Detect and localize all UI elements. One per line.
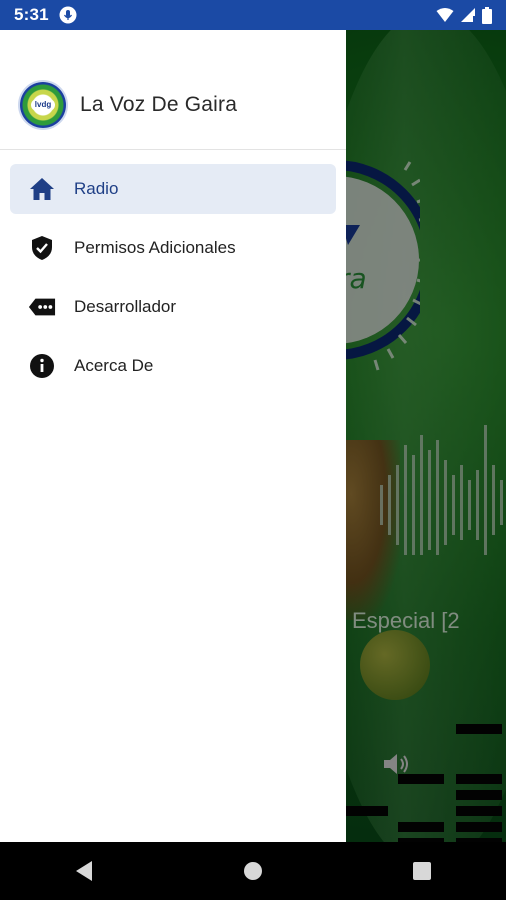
drawer-menu: Radio Permisos Adicionales Desarrollador… [0,164,346,400]
app-logo-text: lvdg [31,98,55,111]
home-icon [28,175,56,203]
back-icon[interactable] [64,851,104,891]
menu-item-radio[interactable]: Radio [10,164,336,214]
status-icons [436,6,492,24]
system-nav-bar [0,842,506,900]
navigation-drawer: lvdg La Voz De Gaira Radio Permisos Adic… [0,30,346,842]
wifi-icon [436,7,454,23]
info-icon [28,352,56,380]
app-logo: lvdg [20,81,66,128]
menu-item-label: Radio [74,179,119,198]
status-bar: 5:31 [0,0,506,30]
menu-item-label: Acerca De [74,356,154,375]
home-circle-icon[interactable] [233,851,273,891]
menu-item-desarrollador[interactable]: Desarrollador [10,282,336,332]
menu-item-acerca-de[interactable]: Acerca De [10,341,336,391]
tag-dots-icon [28,293,56,321]
menu-item-label: Desarrollador [74,297,177,316]
status-time: 5:31 [14,5,49,24]
recents-icon[interactable] [402,851,442,891]
shield-check-icon [28,234,56,262]
menu-item-label: Permisos Adicionales [74,238,236,257]
menu-item-permisos[interactable]: Permisos Adicionales [10,223,336,273]
drawer-header: lvdg La Voz De Gaira [0,30,346,150]
app-name: La Voz De Gaira [80,92,238,116]
signal-icon [460,7,476,23]
battery-icon [482,6,492,24]
mic-icon [59,6,77,24]
